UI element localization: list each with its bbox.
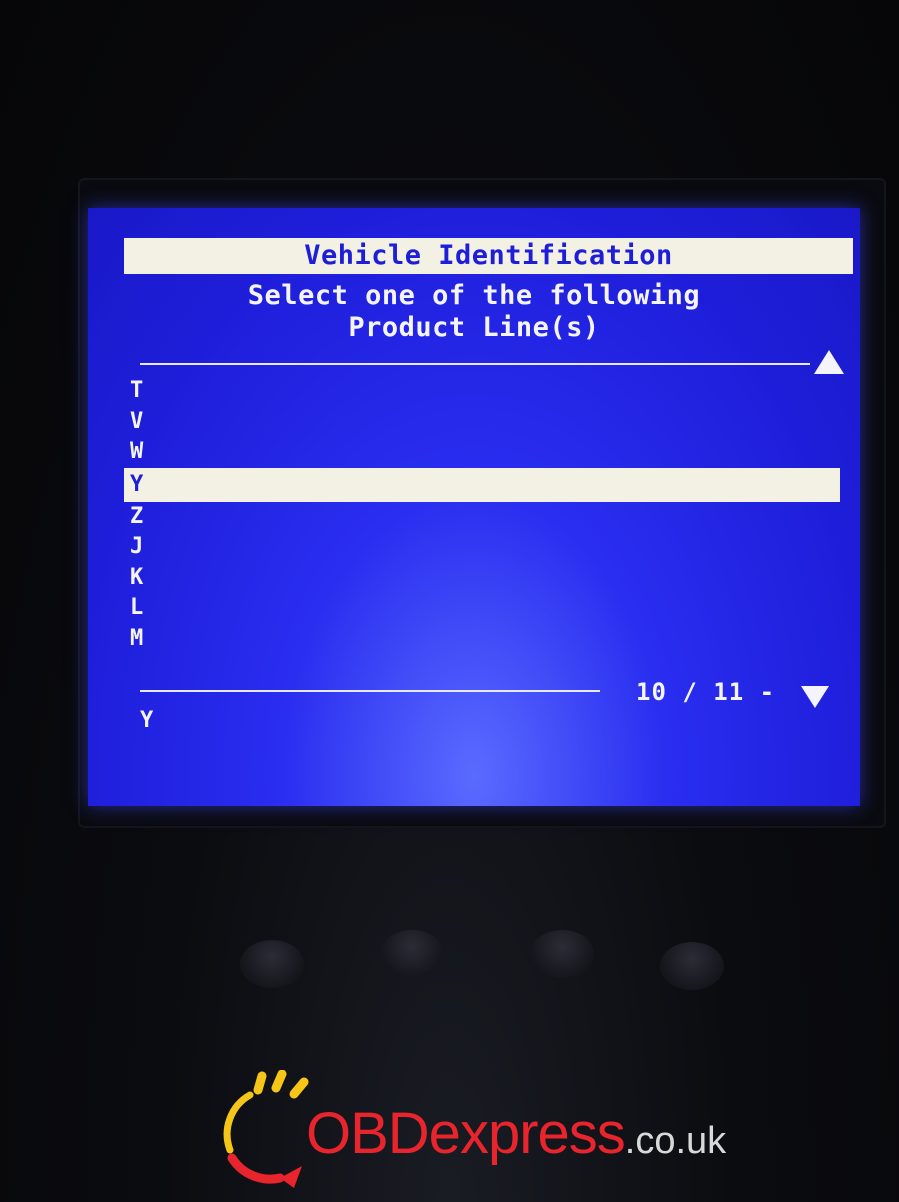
device-button[interactable]: [240, 940, 304, 988]
device-photo: Vehicle Identification Select one of the…: [0, 0, 899, 1202]
screen-title: Vehicle Identification: [124, 238, 853, 274]
list-item[interactable]: K: [124, 563, 840, 594]
list-item[interactable]: T: [124, 376, 840, 407]
bottom-divider: [140, 690, 600, 692]
device-button[interactable]: [660, 942, 724, 990]
list-item[interactable]: M: [124, 624, 840, 655]
list-item[interactable]: Z: [124, 502, 840, 533]
scroll-down-icon[interactable]: [801, 686, 829, 708]
watermark-tld: .co.uk: [624, 1120, 727, 1162]
lcd-screen: Vehicle Identification Select one of the…: [88, 208, 860, 806]
instruction-line-2: Product Line(s): [348, 312, 600, 343]
current-selection: Y: [140, 708, 154, 733]
page-indicator: 10 / 11 -: [636, 678, 776, 706]
product-line-list: T V W Y Z J K L M: [124, 376, 840, 654]
instruction-line-1: Select one of the following: [247, 280, 701, 311]
watermark-brand: OBDexpress: [306, 1101, 626, 1166]
scroll-up-icon[interactable]: [814, 350, 844, 374]
watermark-logo: OBDexpress.co.uk: [210, 1070, 730, 1190]
device-buttons: [200, 930, 724, 1010]
device-button[interactable]: [530, 930, 594, 978]
list-item[interactable]: V: [124, 407, 840, 438]
list-item[interactable]: L: [124, 593, 840, 624]
list-item[interactable]: W: [124, 437, 840, 468]
list-item-selected[interactable]: Y: [124, 467, 840, 502]
top-divider: [140, 363, 810, 365]
device-button[interactable]: [380, 930, 444, 978]
list-item[interactable]: J: [124, 532, 840, 563]
watermark-text: OBDexpress.co.uk: [306, 1100, 726, 1167]
